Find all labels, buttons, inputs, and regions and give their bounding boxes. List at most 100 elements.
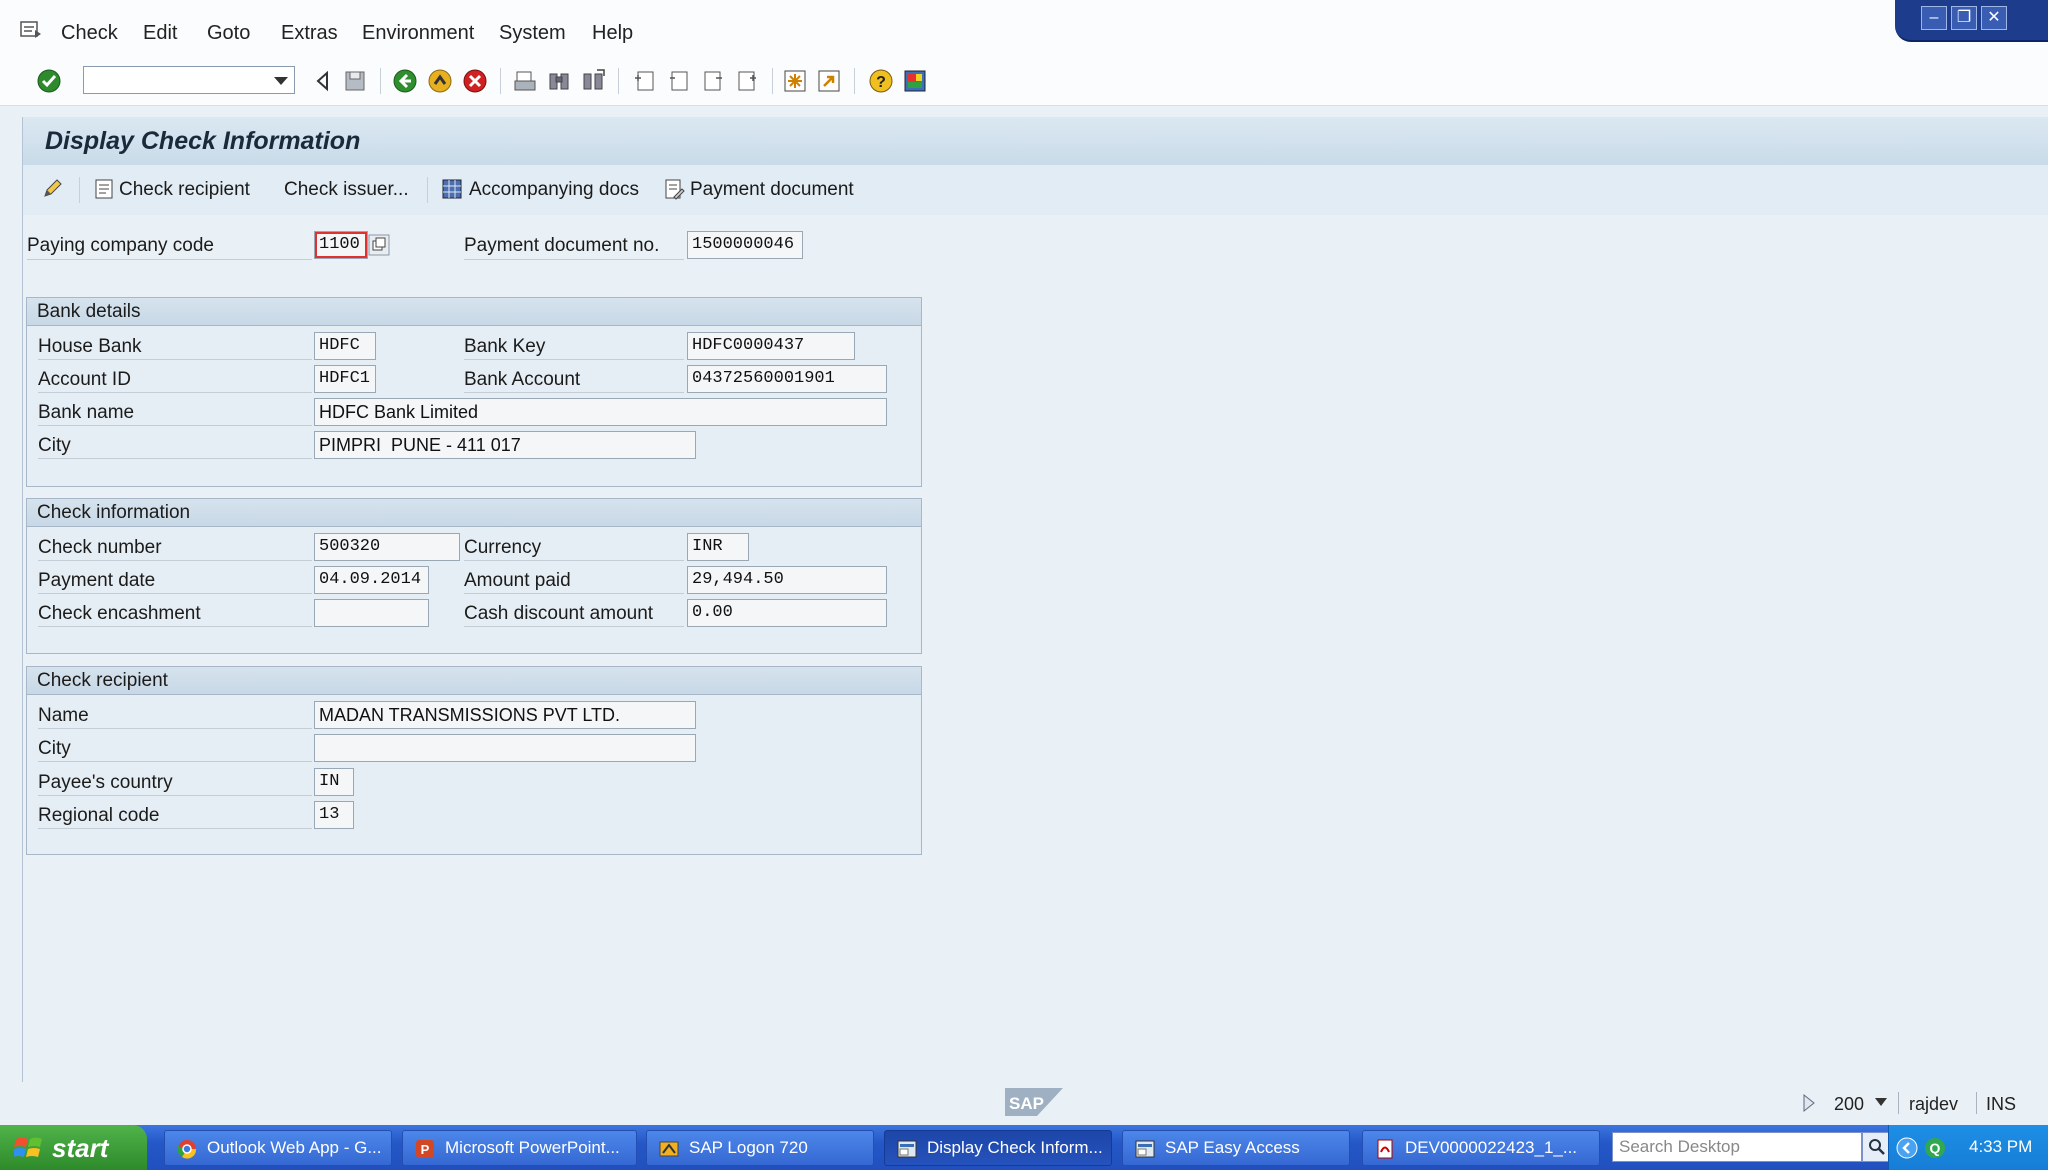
- command-field[interactable]: [83, 66, 295, 94]
- payment-date-field: 04.09.2014: [314, 566, 429, 594]
- group-title: Bank details: [27, 298, 921, 326]
- find-icon[interactable]: [546, 68, 572, 94]
- start-button[interactable]: start: [0, 1125, 147, 1170]
- currency-field: INR: [687, 533, 749, 561]
- payee-country-label: Payee's country: [38, 772, 173, 793]
- taskbar-item-label: SAP Logon 720: [689, 1138, 808, 1157]
- amount-paid-label: Amount paid: [464, 570, 571, 591]
- label-underline: [27, 259, 312, 260]
- user-name: rajdev: [1909, 1094, 1959, 1114]
- customize-layout-icon[interactable]: [902, 68, 928, 94]
- currency-label: Currency: [464, 537, 542, 558]
- shortcut-icon[interactable]: [816, 68, 842, 94]
- sap-window-icon: [1135, 1140, 1155, 1158]
- minimize-icon[interactable]: –: [1921, 6, 1947, 30]
- status-separator: [1898, 1092, 1899, 1114]
- bank-account-label: Bank Account: [464, 369, 581, 390]
- help-icon[interactable]: ?: [868, 68, 894, 94]
- check-number-label: Check number: [38, 537, 162, 558]
- payee-country-field: IN: [314, 768, 354, 796]
- taskbar-item-pdf[interactable]: DEV0000022423_1_...: [1362, 1130, 1600, 1166]
- paying-company-code-label: Paying company code: [27, 235, 214, 256]
- search-desktop-input[interactable]: Search Desktop: [1612, 1132, 1862, 1162]
- menu-goto[interactable]: Goto: [207, 22, 250, 45]
- window-controls: – ❐ ✕: [1895, 0, 2048, 42]
- menu-help[interactable]: Help: [592, 22, 633, 45]
- enter-check-icon[interactable]: [36, 68, 62, 94]
- pencil-icon[interactable]: [41, 177, 63, 201]
- menu-extras[interactable]: Extras: [281, 22, 338, 45]
- play-triangle-icon[interactable]: [1802, 1093, 1816, 1113]
- taskbar-item-sap-logon[interactable]: SAP Logon 720: [646, 1130, 874, 1166]
- menu-system[interactable]: System: [499, 22, 566, 45]
- check-encashment-field: [314, 599, 429, 627]
- label-underline: [464, 359, 684, 360]
- chrome-icon: [177, 1140, 197, 1159]
- label-underline: [38, 626, 312, 627]
- taskbar-item-label: Outlook Web App - G...: [207, 1138, 382, 1157]
- svg-text:?: ?: [876, 74, 886, 91]
- bank-name-label: Bank name: [38, 402, 135, 423]
- cancel-icon[interactable]: [462, 68, 488, 94]
- check-recipient-button[interactable]: Check recipient: [119, 179, 250, 201]
- exit-icon[interactable]: [427, 68, 453, 94]
- accompanying-docs-button[interactable]: Accompanying docs: [469, 179, 639, 201]
- label-underline: [464, 259, 684, 260]
- quicktime-icon[interactable]: Q: [1923, 1136, 1947, 1160]
- last-page-icon[interactable]: [734, 68, 760, 94]
- find-next-icon[interactable]: [580, 68, 606, 94]
- check-encashment-label: Check encashment: [38, 603, 201, 624]
- name-label: Name: [38, 705, 89, 726]
- check-issuer-button[interactable]: Check issuer...: [284, 179, 409, 201]
- payment-document-no-label: Payment document no.: [464, 235, 660, 256]
- taskbar-item-outlook[interactable]: Outlook Web App - G...: [164, 1130, 392, 1166]
- menu-edit[interactable]: Edit: [143, 22, 177, 45]
- chevron-down-icon[interactable]: [1874, 1097, 1888, 1107]
- taskbar-item-powerpoint[interactable]: P Microsoft PowerPoint...: [402, 1130, 637, 1166]
- close-icon[interactable]: ✕: [1981, 6, 2007, 30]
- amount-paid-field: 29,494.50: [687, 566, 887, 594]
- recipient-city-field: [314, 734, 696, 762]
- title-bar: Display Check Information: [22, 117, 2048, 165]
- show-hidden-icons-icon[interactable]: [1895, 1136, 1919, 1160]
- taskbar-item-display-check[interactable]: Display Check Inform...: [884, 1130, 1112, 1166]
- sap-menu-icon[interactable]: [20, 20, 42, 40]
- menu-environment[interactable]: Environment: [362, 22, 474, 45]
- back-arrow-small-icon[interactable]: [310, 68, 336, 94]
- paying-company-code-input[interactable]: 1100: [314, 231, 368, 259]
- label-underline: [38, 458, 312, 459]
- taskbar-item-sap-easy-access[interactable]: SAP Easy Access: [1122, 1130, 1350, 1166]
- label-underline: [38, 795, 312, 796]
- cash-discount-label: Cash discount amount: [464, 603, 654, 624]
- taskbar-item-label: SAP Easy Access: [1165, 1138, 1300, 1157]
- city-label: City: [38, 435, 71, 456]
- next-page-icon[interactable]: [700, 68, 726, 94]
- chevron-down-icon[interactable]: [274, 77, 288, 85]
- powerpoint-icon: P: [416, 1140, 434, 1158]
- toolbar-separator: [380, 68, 381, 94]
- first-page-icon[interactable]: [632, 68, 658, 94]
- toolbar-separator: [854, 68, 855, 94]
- back-icon[interactable]: [392, 68, 418, 94]
- bank-key-label: Bank Key: [464, 336, 546, 357]
- payment-document-button[interactable]: Payment document: [690, 179, 854, 201]
- system-tray: Q 4:33 PM: [1888, 1125, 2048, 1170]
- table-icon: [442, 179, 462, 199]
- status-separator: [1976, 1092, 1977, 1114]
- save-icon[interactable]: [342, 68, 368, 94]
- page-title: Display Check Information: [45, 127, 361, 155]
- group-title: Check recipient: [27, 667, 921, 695]
- svg-text:SAP: SAP: [1009, 1094, 1044, 1113]
- toolbar-separator: [772, 68, 773, 94]
- toolbar-separator: [618, 68, 619, 94]
- sap-logo-icon: SAP: [1005, 1088, 1063, 1116]
- regional-code-label: Regional code: [38, 805, 160, 826]
- print-icon[interactable]: [512, 68, 538, 94]
- value-help-icon[interactable]: [368, 234, 390, 256]
- previous-page-icon[interactable]: [666, 68, 692, 94]
- menu-check[interactable]: Check: [61, 22, 118, 45]
- windows-logo-icon: [14, 1137, 42, 1157]
- new-session-icon[interactable]: [782, 68, 808, 94]
- start-label: start: [52, 1133, 109, 1163]
- restore-icon[interactable]: ❐: [1951, 6, 1977, 30]
